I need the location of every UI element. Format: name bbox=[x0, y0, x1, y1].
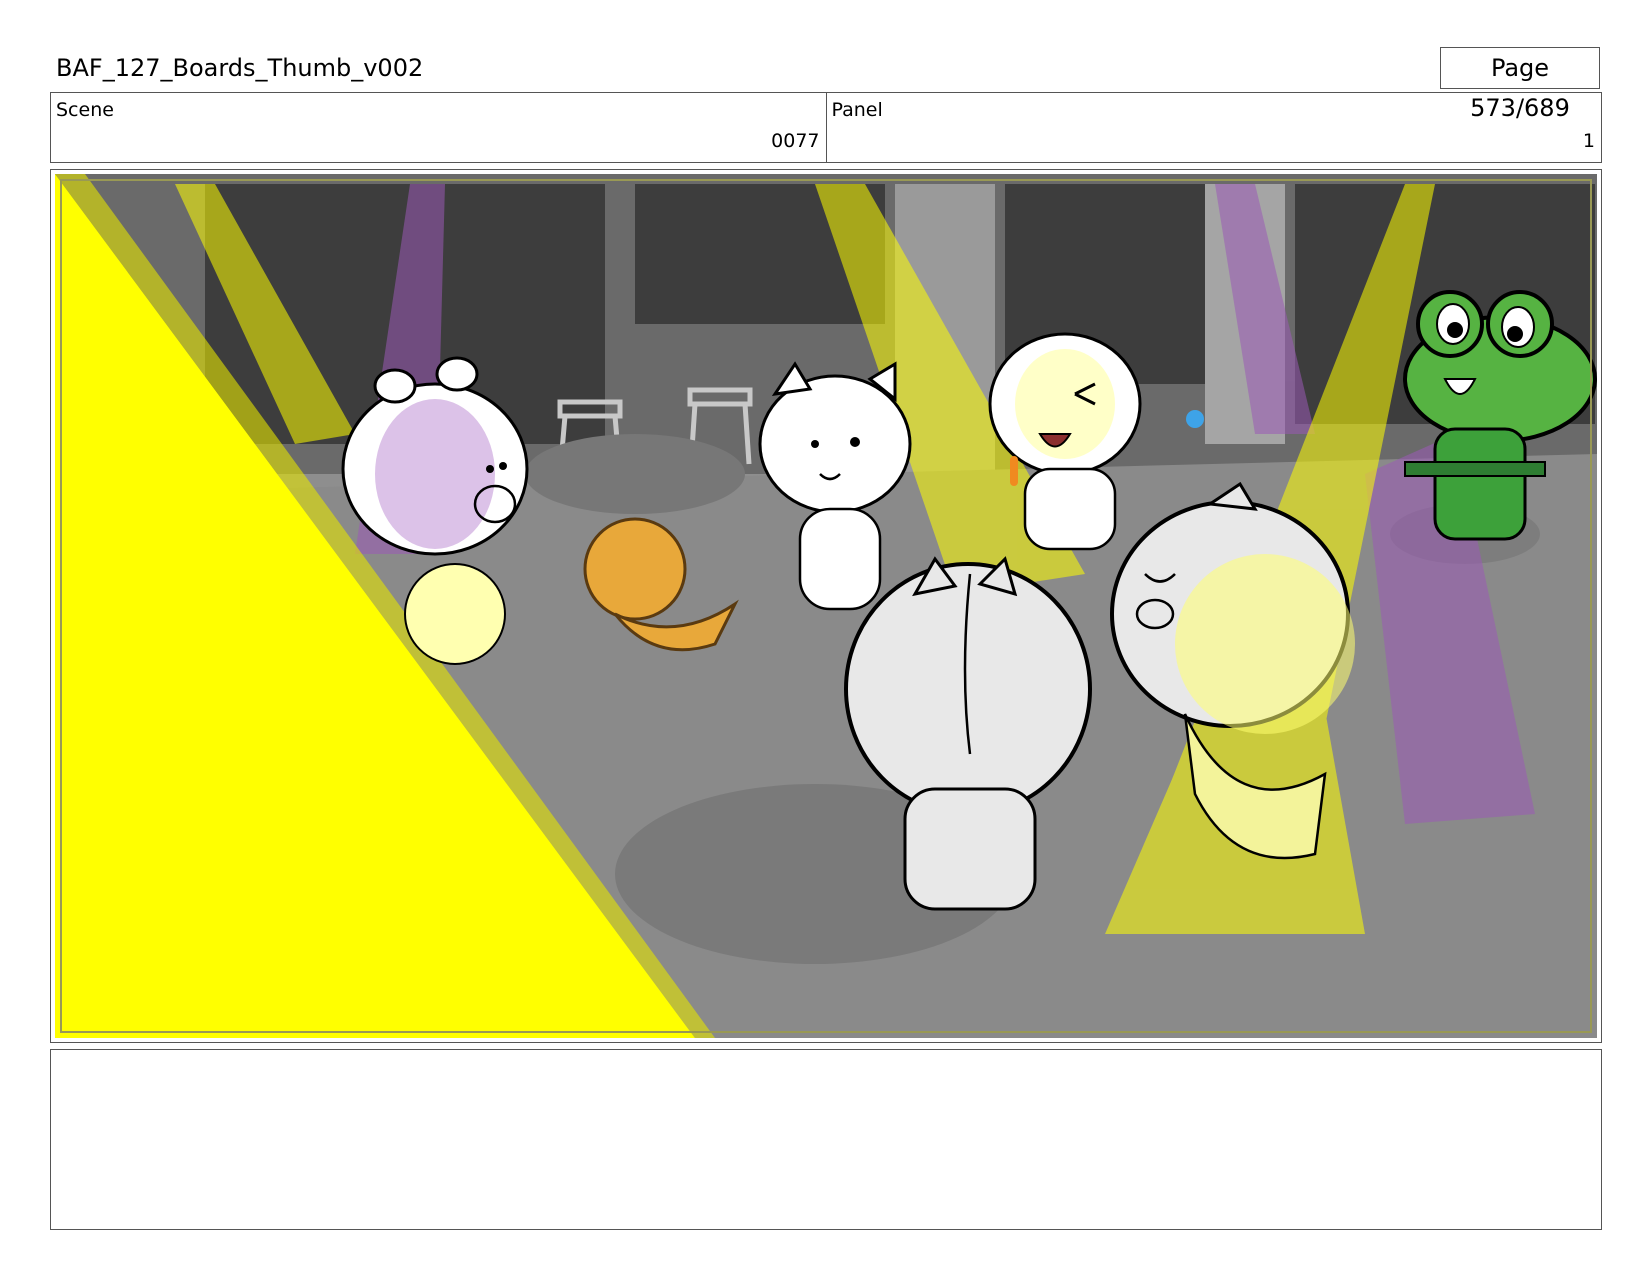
scene-cell: Scene 0077 bbox=[51, 93, 826, 162]
page-number-box: Page 573/689 bbox=[1440, 47, 1600, 122]
storyboard-panel-image bbox=[55, 174, 1597, 1038]
scene-label: Scene bbox=[56, 99, 114, 121]
scene-panel-info-row: Scene 0077 Panel 1 bbox=[50, 92, 1602, 163]
storyboard-panel-illustration bbox=[55, 174, 1597, 1038]
panel-notes-box bbox=[50, 1049, 1602, 1230]
panel-value: 1 bbox=[1582, 130, 1595, 152]
panel-label: Panel bbox=[831, 99, 883, 121]
scene-value: 0077 bbox=[771, 130, 820, 152]
storyboard-frame bbox=[50, 169, 1602, 1043]
panel-cell: Panel 1 bbox=[825, 93, 1602, 162]
document-title: BAF_127_Boards_Thumb_v002 bbox=[56, 54, 424, 82]
